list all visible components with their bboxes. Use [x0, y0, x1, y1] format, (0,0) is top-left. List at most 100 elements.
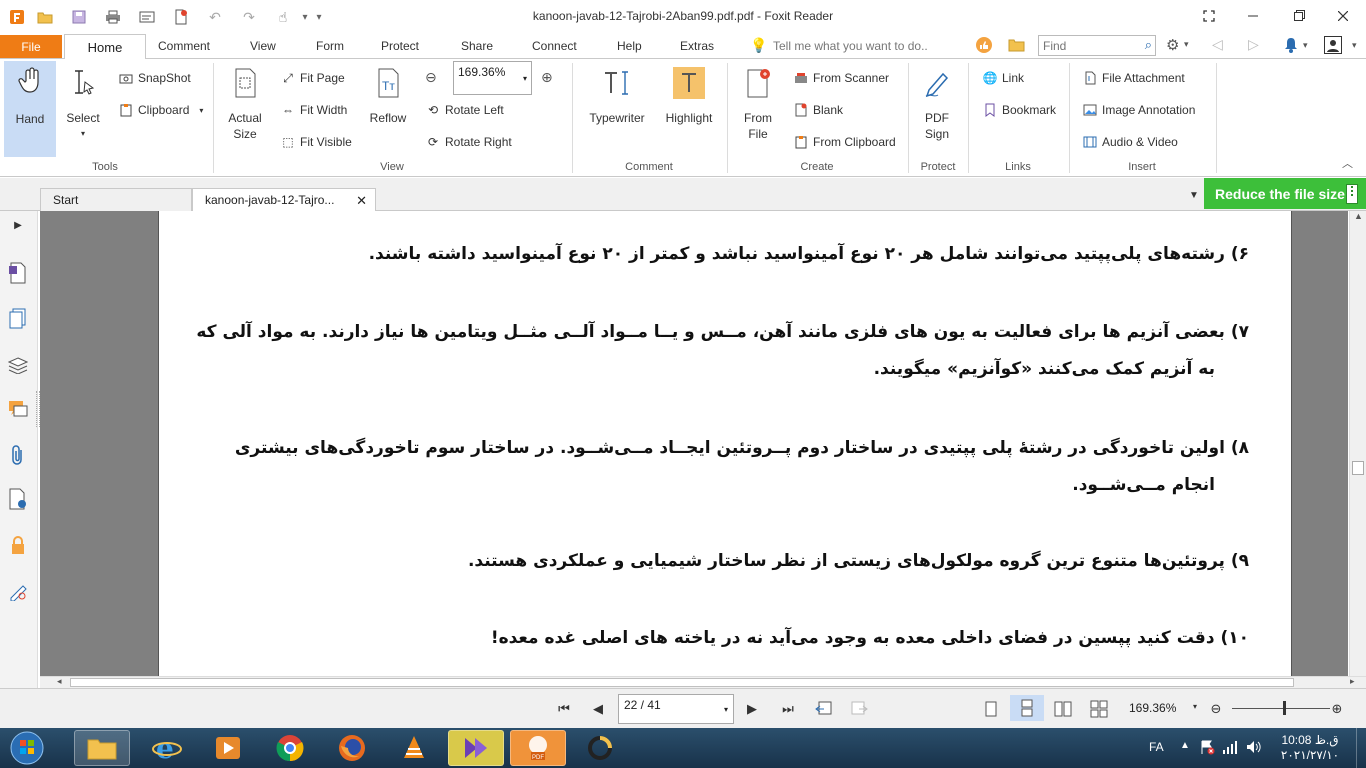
find-field[interactable]: ⌕	[1038, 35, 1156, 56]
tab-start[interactable]: Start	[40, 188, 192, 211]
document-viewport[interactable]: ۶) رشته‌های پلی‌پپتید می‌توانند شامل هر …	[40, 211, 1348, 676]
restore-button[interactable]	[1276, 0, 1322, 31]
page-number-field[interactable]: 22 / 41 ▾	[618, 694, 734, 724]
tab-comment[interactable]: Comment	[158, 39, 210, 53]
action-center-flag-icon[interactable]	[1199, 739, 1215, 758]
tab-home[interactable]: Home	[64, 34, 146, 59]
chevron-down-icon[interactable]: ▾	[1352, 40, 1357, 51]
back-arrow-icon[interactable]: ◁	[1212, 36, 1223, 53]
first-page-icon[interactable]: ⏮	[554, 699, 574, 719]
previous-page-icon[interactable]: ◀	[588, 699, 608, 719]
zoom-in-icon[interactable]: ⊕	[541, 69, 553, 86]
zoom-slider-handle[interactable]	[1283, 701, 1286, 715]
close-button[interactable]	[1320, 0, 1366, 31]
file-explorer-taskbar-icon[interactable]	[74, 730, 130, 766]
expand-panel-chevron-right-icon[interactable]: ▶	[6, 213, 30, 237]
tab-document[interactable]: kanoon-javab-12-Tajro... ✕	[192, 188, 376, 211]
zoom-combo[interactable]: 169.36% ▾	[453, 61, 532, 95]
collapse-ribbon-chevron-up-icon[interactable]: ︿	[1342, 155, 1353, 171]
properties-icon[interactable]	[138, 8, 156, 26]
app-taskbar-icon[interactable]	[572, 730, 628, 766]
chrome-taskbar-icon[interactable]	[262, 730, 318, 766]
minimize-button[interactable]	[1230, 0, 1276, 31]
volume-icon[interactable]	[1245, 739, 1263, 758]
save-icon[interactable]	[70, 8, 88, 26]
file-menu-tab[interactable]: File	[0, 35, 62, 58]
like-icon[interactable]	[975, 36, 993, 57]
system-clock[interactable]: 10:08 ق.ظ ۲۰۲۱/۲۷/۱۰	[1270, 733, 1350, 763]
customize-chevron-down-icon[interactable]: ▾	[310, 8, 328, 26]
next-page-icon[interactable]: ▶	[742, 699, 762, 719]
show-desktop-button[interactable]	[1356, 728, 1366, 768]
tell-me-search[interactable]: Tell me what you want to do..	[773, 39, 928, 53]
undo-icon[interactable]: ↶	[206, 8, 224, 26]
tab-help[interactable]: Help	[617, 39, 642, 53]
blank-button[interactable]: Blank	[793, 100, 843, 120]
status-zoom-value[interactable]: 169.36%	[1129, 701, 1176, 715]
tab-view[interactable]: View	[250, 39, 276, 53]
pages-icon[interactable]	[6, 307, 30, 331]
horizontal-scroll-thumb[interactable]	[70, 678, 1294, 687]
foxit-reader-taskbar-icon[interactable]: PDF	[510, 730, 566, 766]
scroll-right-icon[interactable]: ▸	[1350, 676, 1355, 687]
audio-video-button[interactable]: Audio & Video	[1082, 132, 1178, 152]
page-thumbnail-icon[interactable]	[6, 261, 30, 285]
scroll-left-icon[interactable]: ◂	[57, 676, 62, 687]
comments-icon[interactable]	[6, 397, 30, 421]
fit-page-button[interactable]: ⤢ Fit Page	[280, 68, 345, 88]
forward-arrow-icon[interactable]: ▷	[1248, 36, 1259, 53]
chevron-down-icon[interactable]: ▾	[1303, 40, 1308, 51]
highlight-button[interactable]: Highlight	[660, 65, 718, 126]
continuous-facing-icon[interactable]	[1089, 699, 1109, 719]
zoom-out-icon[interactable]: ⊖	[1206, 699, 1226, 719]
next-view-icon[interactable]	[849, 699, 869, 719]
select-tool-button[interactable]: Select ▾	[60, 65, 106, 142]
signature-panel-icon[interactable]	[6, 487, 30, 511]
image-annotation-button[interactable]: Image Annotation	[1082, 100, 1195, 120]
tab-extras[interactable]: Extras	[680, 39, 714, 53]
vertical-scrollbar[interactable]: ▲	[1349, 211, 1366, 688]
chevron-down-icon[interactable]: ▾	[1193, 702, 1197, 711]
start-button[interactable]	[0, 730, 54, 766]
redo-icon[interactable]: ↷	[240, 8, 258, 26]
reduce-file-size-banner[interactable]: Reduce the file size	[1204, 178, 1366, 209]
zoom-out-icon[interactable]: ⊖	[425, 69, 437, 86]
tab-form[interactable]: Form	[316, 39, 344, 53]
tab-protect[interactable]: Protect	[381, 39, 419, 53]
rotate-right-button[interactable]: ⟳ Rotate Right	[425, 132, 512, 152]
scroll-up-icon[interactable]: ▲	[1354, 211, 1363, 221]
show-hidden-icons-chevron-up-icon[interactable]: ▲	[1180, 740, 1190, 751]
zoom-slider-track[interactable]	[1232, 708, 1330, 709]
reflow-button[interactable]: Tт Reflow	[366, 65, 410, 126]
hand-quick-icon[interactable]: ☝	[274, 8, 292, 26]
rotate-left-button[interactable]: ⟲ Rotate Left	[425, 100, 504, 120]
clipboard-button[interactable]: Clipboard ▾	[118, 100, 203, 120]
input-language-indicator[interactable]: FA	[1149, 740, 1164, 754]
internet-explorer-taskbar-icon[interactable]: e	[139, 730, 195, 766]
video-player-taskbar-icon[interactable]	[448, 730, 504, 766]
from-scanner-button[interactable]: From Scanner	[793, 68, 889, 88]
from-clipboard-button[interactable]: From Clipboard	[793, 132, 896, 152]
layers-icon[interactable]	[6, 353, 30, 377]
file-attachment-button[interactable]: File Attachment	[1082, 68, 1185, 88]
horizontal-scrollbar[interactable]: ◂ ▸	[40, 676, 1366, 688]
lock-icon[interactable]	[6, 533, 30, 557]
facing-page-icon[interactable]	[1053, 699, 1073, 719]
network-signal-icon[interactable]	[1222, 739, 1238, 758]
continuous-page-icon[interactable]	[1010, 695, 1044, 721]
digital-signature-icon[interactable]	[6, 579, 30, 603]
typewriter-button[interactable]: Typewriter	[584, 65, 650, 126]
open-folder-icon[interactable]	[36, 8, 54, 26]
media-player-taskbar-icon[interactable]	[200, 730, 256, 766]
zoom-in-icon[interactable]: ⊕	[1327, 699, 1347, 719]
close-tab-icon[interactable]: ✕	[356, 193, 367, 209]
pdf-sign-button[interactable]: PDF Sign	[914, 65, 960, 142]
vertical-scroll-thumb[interactable]	[1352, 461, 1364, 475]
fit-width-button[interactable]: ⇔ Fit Width	[280, 100, 347, 120]
from-file-button[interactable]: From File	[736, 65, 780, 142]
link-button[interactable]: 🌐 Link	[982, 68, 1025, 88]
previous-view-icon[interactable]	[814, 699, 834, 719]
find-input[interactable]	[1039, 36, 1135, 55]
gear-icon[interactable]: ⚙	[1166, 36, 1179, 54]
actual-size-button[interactable]: Actual Size	[220, 65, 270, 142]
